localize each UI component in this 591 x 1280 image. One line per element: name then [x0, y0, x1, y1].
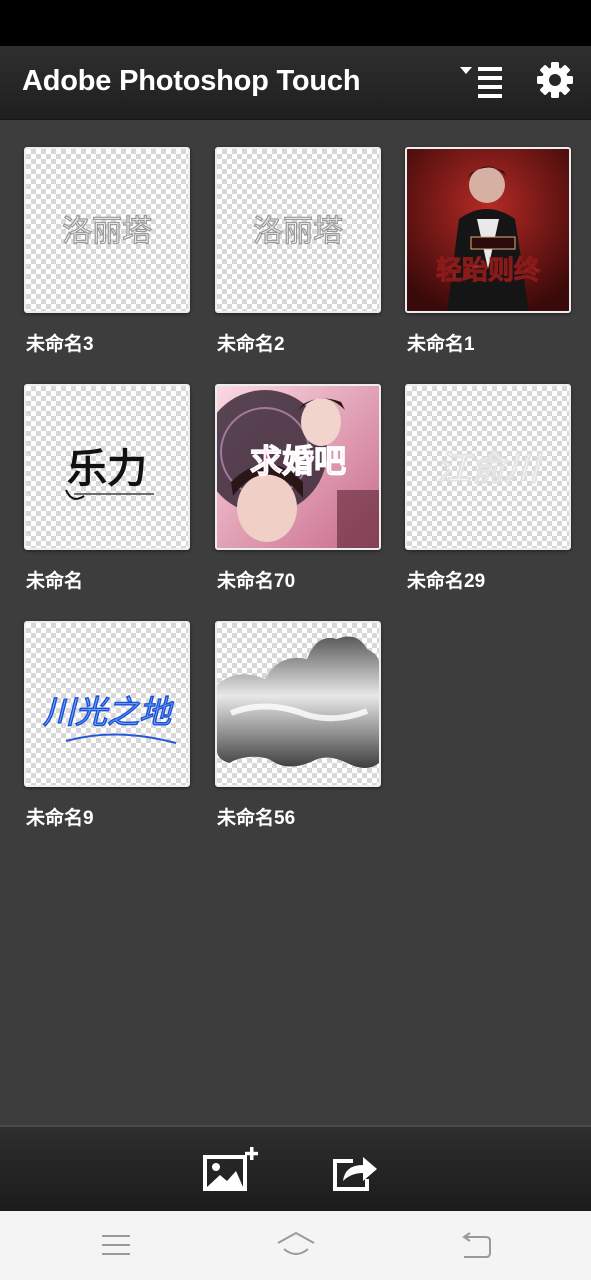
project-tile[interactable]: 洛丽塔 未命名3: [24, 147, 190, 356]
gear-icon[interactable]: [530, 58, 580, 106]
project-name: 未命名2: [217, 334, 285, 355]
project-tile[interactable]: 轻跆则终 未命名1: [405, 147, 571, 356]
thumbnail-text: 乐力: [67, 445, 147, 492]
home-icon[interactable]: [276, 1229, 316, 1261]
project-thumbnail[interactable]: 洛丽塔: [215, 147, 381, 313]
project-thumbnail[interactable]: 川光之地: [24, 621, 190, 787]
project-thumbnail[interactable]: 江俞川: [405, 384, 571, 550]
share-icon[interactable]: [327, 1147, 381, 1195]
project-thumbnail[interactable]: 洛丽塔: [24, 147, 190, 313]
thumbnail-text: 求婚吧: [250, 442, 346, 480]
project-name: 未命名29: [407, 571, 486, 592]
thumbnail-text: 江俞川: [437, 449, 543, 489]
project-name: 未命名3: [26, 334, 94, 355]
project-name: 未命名1: [407, 334, 475, 355]
project-tile[interactable]: 洛丽塔 未命名2: [215, 147, 381, 356]
bottom-toolbar: [0, 1125, 591, 1213]
menu-icon[interactable]: [96, 1229, 136, 1261]
app-bar: Adobe Photoshop Touch: [0, 46, 591, 120]
project-thumbnail[interactable]: 乐力: [24, 384, 190, 550]
back-icon[interactable]: [456, 1229, 496, 1261]
status-bar: [0, 0, 591, 46]
sort-list-icon[interactable]: [456, 60, 504, 104]
add-image-icon[interactable]: [198, 1145, 264, 1197]
project-thumbnail[interactable]: [215, 621, 381, 787]
project-thumbnail[interactable]: 求婚吧: [215, 384, 381, 550]
thumbnail-text: 轻跆则终: [436, 255, 541, 286]
project-tile[interactable]: 求婚吧 未命名70: [215, 384, 381, 593]
app-title: Adobe Photoshop Touch: [22, 65, 361, 97]
project-name: 未命名: [26, 571, 84, 592]
thumbnail-text: 川光之地: [43, 693, 174, 731]
project-grid: 洛丽塔 未命名3 洛丽塔 未命名2 轻跆则终 未命名1 乐力 未命名 求婚吧 未…: [0, 120, 591, 1125]
project-thumbnail[interactable]: 轻跆则终: [405, 147, 571, 313]
thumbnail-text: 洛丽塔: [62, 214, 152, 249]
project-name: 未命名70: [217, 571, 296, 592]
project-tile[interactable]: 乐力 未命名: [24, 384, 190, 593]
project-tile[interactable]: 川光之地 未命名9: [24, 621, 190, 830]
system-nav-bar: [0, 1211, 591, 1280]
project-tile[interactable]: 未命名56: [215, 621, 381, 830]
project-tile[interactable]: 江俞川 未命名29: [405, 384, 571, 593]
thumbnail-text: 洛丽塔: [253, 214, 343, 249]
project-name: 未命名9: [26, 808, 94, 829]
project-name: 未命名56: [217, 808, 296, 829]
